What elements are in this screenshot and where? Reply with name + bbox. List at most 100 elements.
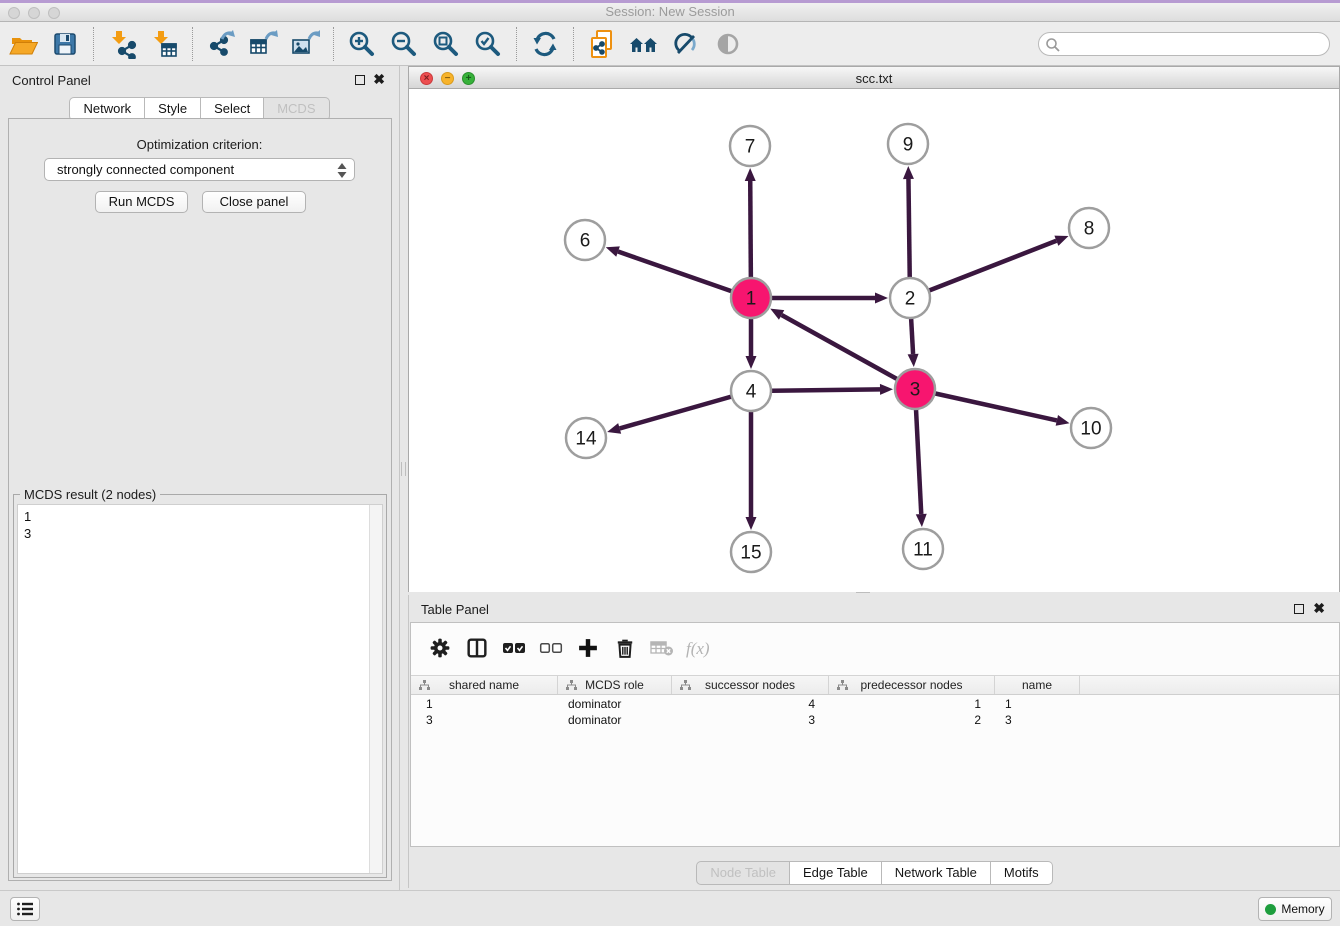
graph-node-6[interactable]: 6 [565,220,605,260]
table-options-gear-icon[interactable] [421,632,458,664]
run-mcds-button[interactable]: Run MCDS [95,191,188,213]
graph-node-9[interactable]: 9 [888,124,928,164]
window-top-edge [0,0,1340,3]
column-header-mcds-role[interactable]: MCDS role [558,676,672,694]
import-table-from-file-icon[interactable] [145,27,183,61]
zoom-selected-region-icon[interactable] [469,27,507,61]
network-window-titlebar[interactable]: × − + scc.txt [409,67,1339,89]
app-titlebar: Session: New Session [0,0,1340,22]
tab-motifs[interactable]: Motifs [991,861,1053,885]
mcds-result-group: MCDS result (2 nodes) 13 [13,494,387,878]
apply-preferred-layout-icon[interactable] [526,27,564,61]
control-panel: Control Panel ✖ NetworkStyleSelectMCDS O… [0,66,400,890]
close-table-panel-icon[interactable]: ✖ [1313,600,1325,616]
column-header-label: successor nodes [705,678,795,692]
graph-node-3[interactable]: 3 [895,369,935,409]
graph-node-10[interactable]: 10 [1071,408,1111,448]
zoom-out-icon[interactable] [385,27,423,61]
toolbar-separator [516,27,517,61]
save-session-icon[interactable] [46,27,84,61]
search-field[interactable] [1038,32,1330,56]
column-header-shared-name[interactable]: shared name [411,676,558,694]
close-panel-button[interactable]: Close panel [202,191,306,213]
column-header-predecessor-nodes[interactable]: predecessor nodes [829,676,995,694]
optimization-criterion-label: Optimization criterion: [0,137,399,152]
graph-edge-2-8[interactable] [910,236,1069,298]
table-cell[interactable]: 1 [829,696,995,712]
table-cell[interactable]: 1 [995,696,1080,712]
close-panel-icon[interactable]: ✖ [373,71,385,87]
delete-columns-trash-icon[interactable] [606,632,643,664]
tab-network-table[interactable]: Network Table [882,861,991,885]
first-neighbors-icon[interactable] [625,27,663,61]
create-column-icon[interactable] [569,632,606,664]
zoom-fit-content-icon[interactable] [427,27,465,61]
network-view-window: × − + scc.txt 7 9 6 8 1 2 4 3 14 10 15 11 [408,66,1340,592]
tab-node-table[interactable]: Node Table [696,861,790,885]
table-panel: Table Panel ✖ [408,595,1340,888]
graph-node-label: 3 [910,380,921,401]
show-columns-icon[interactable] [458,632,495,664]
zoom-in-icon[interactable] [343,27,381,61]
table-cell[interactable]: 3 [411,712,558,728]
table-cell[interactable]: 1 [411,696,558,712]
graph-node-7[interactable]: 7 [730,126,770,166]
result-scrollbar[interactable] [369,505,382,873]
search-input[interactable] [1063,34,1323,54]
graph-node-label: 2 [905,289,916,310]
clone-network-icon[interactable] [583,27,621,61]
open-session-icon[interactable] [4,27,42,61]
graph-node-label: 8 [1084,219,1095,240]
graph-edge-1-6[interactable] [606,246,751,298]
tab-edge-table[interactable]: Edge Table [790,861,882,885]
graph-edge-3-1[interactable] [770,309,915,389]
table-cell[interactable]: 3 [672,712,829,728]
table-cell[interactable]: dominator [558,696,672,712]
column-header-name[interactable]: name [995,676,1080,694]
table-row[interactable]: 1dominator411 [411,696,1339,712]
criterion-dropdown[interactable]: strongly connected component [44,158,355,181]
export-network-icon[interactable] [202,27,240,61]
column-header-label: predecessor nodes [860,678,962,692]
svg-text:f(x): f(x) [686,639,710,658]
function-builder-icon[interactable]: f(x) [680,632,717,664]
task-history-button[interactable] [10,897,40,921]
vertical-splitter-handle[interactable] [401,462,406,476]
shared-column-icon [566,680,577,691]
graph-edge-3-10[interactable] [915,389,1070,426]
table-cell[interactable]: 2 [829,712,995,728]
graph-node-14[interactable]: 14 [566,418,606,458]
table-cell[interactable]: dominator [558,712,672,728]
graph-node-8[interactable]: 8 [1069,208,1109,248]
graph-node-label: 10 [1080,419,1101,440]
hide-network-eye-icon[interactable] [709,27,747,61]
delete-table-icon[interactable] [643,632,680,664]
table-rows: 1dominator4113dominator323 [411,696,1339,728]
show-graphics-details-icon[interactable] [667,27,705,61]
export-image-icon[interactable] [286,27,324,61]
table-row[interactable]: 3dominator323 [411,712,1339,728]
export-table-icon[interactable] [244,27,282,61]
import-network-from-file-icon[interactable] [103,27,141,61]
select-all-columns-icon[interactable] [495,632,532,664]
memory-button[interactable]: Memory [1258,897,1332,921]
table-cell[interactable]: 4 [672,696,829,712]
column-header-successor-nodes[interactable]: successor nodes [672,676,829,694]
graph-node-15[interactable]: 15 [731,532,771,572]
graph-node-4[interactable]: 4 [731,371,771,411]
graph-edge-4-14[interactable] [607,391,751,434]
float-table-panel-icon[interactable] [1294,604,1304,614]
network-canvas[interactable]: 7 9 6 8 1 2 4 3 14 10 15 11 [409,89,1339,592]
table-panel-title: Table Panel [421,602,489,617]
graph-node-11[interactable]: 11 [903,529,943,569]
graph-node-2[interactable]: 2 [890,278,930,318]
column-header-label: shared name [449,678,519,692]
shared-column-icon [419,680,430,691]
shared-column-icon [837,680,848,691]
mcds-result-textarea[interactable]: 13 [17,504,383,874]
graph-node-1[interactable]: 1 [731,278,771,318]
graph-edge-4-3[interactable] [751,384,893,395]
unselect-all-columns-icon[interactable] [532,632,569,664]
table-cell[interactable]: 3 [995,712,1080,728]
float-panel-icon[interactable] [355,75,365,85]
